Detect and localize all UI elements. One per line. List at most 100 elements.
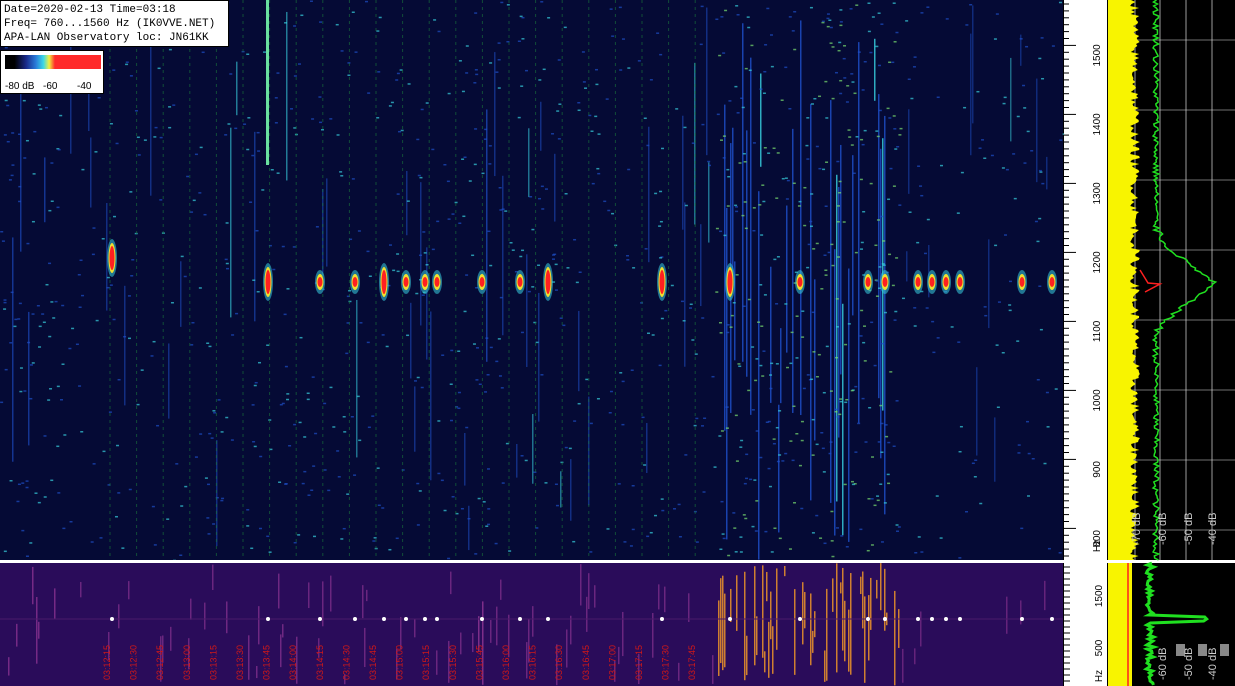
noise-streak [406,170,408,236]
noise-speck [793,502,797,504]
noise-speck [877,12,881,14]
noise-speck [473,82,477,84]
noise-speck [367,92,371,94]
noise-speck [22,99,26,102]
meteor-echo [929,277,935,287]
noise-speck [926,6,930,8]
noise-speck [307,494,311,496]
noise-speck [831,555,835,558]
echo-dot-lower [916,617,920,621]
noise-speck [69,521,73,523]
noise-speck [857,422,861,425]
noise-speck [486,468,490,470]
noise-speck [544,482,548,484]
noise-speck [474,128,478,130]
noise-speck [134,110,138,112]
noise-speck [1031,457,1035,460]
noise-speck [323,469,327,471]
noise-speck [314,432,318,435]
noise-speck [734,85,738,88]
noise-speck [212,523,216,525]
noise-speck [916,241,920,244]
noise-speck [1047,547,1051,550]
noise-speck [741,106,745,109]
noise-speck [913,56,917,58]
noise-streak [646,423,648,473]
noise-speck [770,362,774,365]
noise-streak [836,174,838,502]
noise-speck [781,177,785,180]
noise-speck [834,71,838,74]
lower-spectrum-db-label: -40 dB [1207,648,1219,680]
noise-speck [478,383,482,386]
noise-speck [78,306,82,309]
lower-streak [768,621,770,678]
noise-speck [747,389,751,392]
noise-speck [476,347,480,349]
noise-speck [1016,115,1020,118]
lower-streak [718,600,720,676]
noise-speck [437,420,441,422]
noise-speck [497,42,501,44]
noise-speck [329,118,333,120]
noise-speck [603,200,607,203]
noise-speck [474,553,478,555]
noise-speck [863,60,867,63]
noise-speck [256,131,260,134]
noise-speck [801,310,805,312]
noise-speck [56,445,60,448]
noise-speck [738,162,742,164]
noise-speck [373,537,377,539]
noise-speck [754,530,758,532]
noise-speck [720,500,724,503]
noise-speck [485,525,489,527]
noise-speck [48,209,52,212]
meteor-echo [915,277,921,287]
noise-speck [656,32,660,34]
noise-speck [206,483,210,486]
noise-speck [33,130,37,133]
noise-streak [528,128,530,198]
noise-speck [520,331,524,334]
noise-speck [755,358,759,360]
noise-speck [225,262,229,265]
noise-speck [557,59,561,61]
noise-speck [837,205,841,207]
noise-speck [861,89,865,91]
noise-speck [68,347,72,350]
noise-speck [772,438,776,440]
noise-speck [499,209,503,211]
noise-speck [517,40,521,43]
noise-speck [420,108,424,111]
noise-speck [37,104,41,106]
noise-speck [6,104,10,107]
lower-streak [460,632,462,655]
noise-speck [283,313,287,316]
noise-speck [760,234,764,236]
noise-speck [725,427,729,429]
noise-speck [441,354,445,356]
noise-speck [21,529,25,532]
noise-speck [577,109,581,112]
noise-speck [654,192,658,195]
noise-speck [1008,309,1012,312]
meteor-echo [659,270,665,294]
noise-speck [875,280,879,282]
noise-speck [609,8,613,10]
noise-speck [769,387,773,390]
noise-speck [329,386,333,389]
noise-speck [477,497,481,500]
noise-speck [875,130,879,132]
noise-speck [521,16,525,19]
noise-speck [54,300,58,303]
noise-streak [770,266,772,403]
noise-speck [91,253,95,256]
noise-speck [508,550,512,552]
noise-speck [995,344,999,346]
noise-speck [894,310,898,313]
noise-speck [773,527,777,529]
noise-speck [19,367,23,369]
noise-speck [886,473,890,476]
noise-speck [319,21,323,23]
noise-speck [123,335,127,338]
